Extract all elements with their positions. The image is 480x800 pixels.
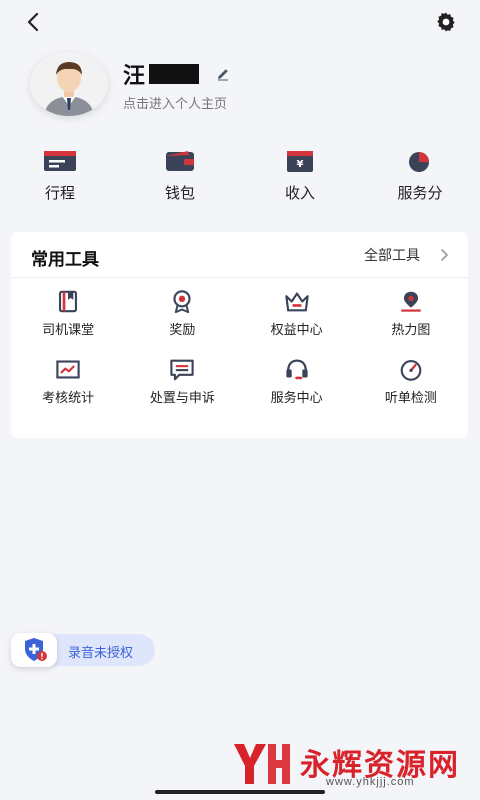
tool-benefits-center[interactable]: 权益中心 [240,290,354,338]
all-tools-link[interactable]: 全部工具 [364,245,450,265]
gear-icon[interactable] [434,10,458,34]
message-icon [170,359,195,381]
tool-label: 处置与申诉 [149,390,215,405]
site-watermark: 永辉资源网 www.yhkjjj.com [230,738,460,792]
quick-item-label: 钱包 [164,185,195,202]
quick-actions: 行程 钱包 ¥ 收入 服务分 [0,148,480,210]
profile-header[interactable]: 汪 点击进入个人主页 [30,52,450,118]
wallet-icon [166,151,194,171]
quick-item-label: 行程 [44,185,75,202]
all-tools-label: 全部工具 [364,247,420,263]
watermark-url: www.yhkjjj.com [326,776,415,788]
tool-label: 司机课堂 [42,322,95,337]
headset-icon [286,359,308,380]
pencil-icon[interactable] [215,66,231,82]
chevron-right-icon [441,249,448,261]
tool-service-center[interactable]: 服务中心 [240,358,354,406]
user-name: 汪 [123,63,146,88]
tools-grid: 司机课堂 奖励 权益中心 热力图 考核统计 处置与申诉 服务中心 听单检测 [11,290,468,406]
quick-item-service-score[interactable]: 服务分 [360,148,480,210]
quick-item-income[interactable]: ¥ 收入 [240,148,360,210]
avatar[interactable] [30,52,108,116]
quick-item-wallet[interactable]: 钱包 [120,148,240,210]
stats-chart-icon [56,360,80,379]
map-pin-icon [401,291,421,312]
crown-icon [284,292,309,312]
recording-label: 录音未授权 [68,645,134,660]
recording-shield-badge [11,633,57,667]
chevron-left-icon[interactable] [22,10,46,34]
tool-driver-class[interactable]: 司机课堂 [11,290,125,338]
tool-disposal-appeal[interactable]: 处置与申诉 [125,358,239,406]
name-redaction [149,64,214,84]
quick-item-itinerary[interactable]: 行程 [0,148,120,210]
tool-heatmap[interactable]: 热力图 [354,290,468,338]
top-bar [0,0,480,44]
quick-item-label: 收入 [284,185,315,202]
tools-card: 常用工具 全部工具 司机课堂 奖励 权益中心 热力图 考核统计 处置与申诉 服务… [11,232,468,438]
gauge-icon [400,360,422,381]
tool-label: 考核统计 [42,390,95,405]
tool-label: 热力图 [391,322,431,337]
shield-alert-icon [25,638,47,661]
tool-assessment-stats[interactable]: 考核统计 [11,358,125,406]
tool-order-listening-check[interactable]: 听单检测 [354,358,468,406]
svg-text:¥: ¥ [297,159,304,170]
tools-header: 常用工具 全部工具 [11,232,468,278]
profile-subtitle: 点击进入个人主页 [123,96,228,111]
home-indicator[interactable] [155,790,325,794]
tools-title: 常用工具 [31,250,99,269]
tool-label: 奖励 [169,322,196,337]
quick-item-label: 服务分 [397,185,443,202]
medal-icon [173,290,191,313]
book-icon [59,290,78,313]
recording-permission-pill[interactable]: 录音未授权 [11,633,155,667]
avatar-illustration [30,52,108,116]
pie-chart-icon [409,152,429,172]
itinerary-icon [44,151,76,171]
tool-label: 听单检测 [384,390,437,405]
tool-rewards[interactable]: 奖励 [125,290,239,338]
income-icon: ¥ [287,151,313,172]
tool-label: 服务中心 [270,390,323,405]
watermark-logo [234,744,290,784]
tool-label: 权益中心 [270,322,323,337]
